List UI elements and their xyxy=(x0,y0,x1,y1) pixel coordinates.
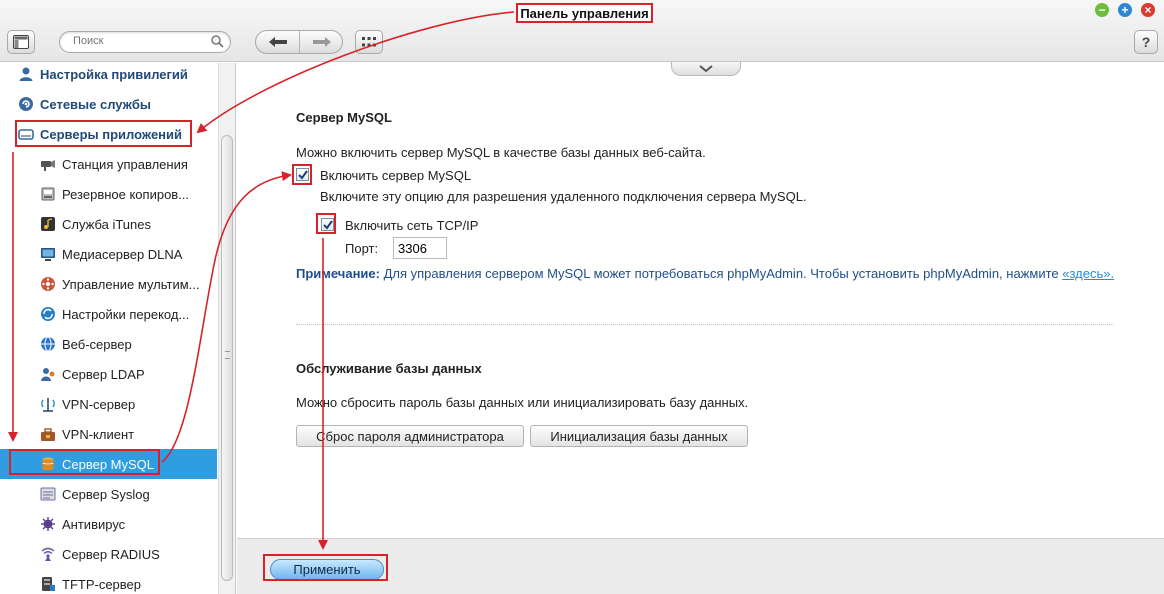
enable-mysql-label[interactable]: Включить сервер MySQL xyxy=(320,168,471,183)
back-button[interactable] xyxy=(256,31,300,53)
multimedia-icon xyxy=(41,277,55,291)
sidebar-category-label: Сетевые службы xyxy=(40,96,152,112)
sidebar-item-label: VPN-сервер xyxy=(62,396,136,412)
highlight-tcpip-checkbox xyxy=(316,213,336,234)
chevron-down-icon xyxy=(699,64,713,72)
enable-mysql-hint: Включите эту опцию для разрешения удален… xyxy=(320,189,807,204)
syslog-icon xyxy=(40,487,56,501)
highlight-mysql-item xyxy=(9,449,160,475)
sidebar-item-backup[interactable]: Резервное копиров... xyxy=(0,179,217,209)
sidebar-item-label: Служба iTunes xyxy=(62,216,151,232)
help-button[interactable]: ? xyxy=(1134,30,1158,54)
sidebar-scrollbar[interactable] xyxy=(218,63,235,594)
db-maintenance-title: Обслуживание базы данных xyxy=(296,361,482,376)
db-maintenance-description: Можно сбросить пароль базы данных или ин… xyxy=(296,395,749,410)
vpn-client-icon xyxy=(41,428,55,441)
apps-grid-button[interactable] xyxy=(355,30,383,54)
mysql-description: Можно включить сервер MySQL в качестве б… xyxy=(296,145,706,160)
note-body: Для управления сервером MySQL может потр… xyxy=(379,266,1063,281)
arrow-right-icon xyxy=(313,37,331,47)
sidebar-item-radius[interactable]: Сервер RADIUS xyxy=(0,539,217,569)
search-field[interactable] xyxy=(59,31,231,53)
phpmyadmin-note: Примечание: Для управления сервером MySQ… xyxy=(296,266,1146,281)
collapse-toggle[interactable] xyxy=(671,62,741,76)
sidebar-item-transcode[interactable]: Настройки перекод... xyxy=(0,299,217,329)
sidebar-item-surveillance[interactable]: Станция управления xyxy=(0,149,217,179)
close-button[interactable]: × xyxy=(1141,3,1155,17)
web-server-icon xyxy=(41,336,55,352)
sidebar-item-dlna[interactable]: Медиасервер DLNA xyxy=(0,239,217,269)
sidebar-item-multimedia[interactable]: Управление мультим... xyxy=(0,269,217,299)
maximize-button[interactable]: + xyxy=(1118,3,1132,17)
sidebar-item-vpn-server[interactable]: VPN-сервер xyxy=(0,389,217,419)
highlight-enable-checkbox xyxy=(292,164,312,185)
mysql-section-title: Сервер MySQL xyxy=(296,110,392,125)
sidebar-item-label: VPN-клиент xyxy=(62,426,135,442)
port-input[interactable] xyxy=(393,237,447,259)
scrollbar-grip-icon xyxy=(225,351,230,359)
sidebar-item-ldap[interactable]: Сервер LDAP xyxy=(0,359,217,389)
vpn-server-icon xyxy=(41,398,55,412)
tftp-icon xyxy=(42,577,55,591)
sidebar-item-label: Сервер LDAP xyxy=(62,366,145,382)
search-icon[interactable] xyxy=(211,35,224,48)
sidebar-category-label: Настройка привилегий xyxy=(40,66,188,82)
sidebar-item-label: Веб-сервер xyxy=(62,336,132,352)
phpmyadmin-link[interactable]: «здесь». xyxy=(1062,266,1114,281)
itunes-icon xyxy=(41,217,55,231)
arrow-left-icon xyxy=(268,37,287,47)
sidebar-item-label: TFTP-сервер xyxy=(62,576,142,592)
sidebar-item-label: Станция управления xyxy=(62,156,188,172)
sidebar-item-label: Антивирус xyxy=(62,516,126,532)
scrollbar-thumb[interactable] xyxy=(221,135,233,581)
initialize-database-button[interactable]: Инициализация базы данных xyxy=(530,425,748,447)
forward-button[interactable] xyxy=(300,31,342,53)
port-label: Порт: xyxy=(345,241,379,256)
sidebar-item-web-server[interactable]: Веб-сервер xyxy=(0,329,217,359)
sidebar-category-network-services[interactable]: Сетевые службы xyxy=(0,89,217,119)
enable-tcpip-label[interactable]: Включить сеть TCP/IP xyxy=(345,218,478,233)
sidebar-item-tftp[interactable]: TFTP-сервер xyxy=(0,569,217,594)
sidebar-item-syslog[interactable]: Сервер Syslog xyxy=(0,479,217,509)
reset-admin-password-button[interactable]: Сброс пароля администратора xyxy=(296,425,524,447)
sidebar-item-vpn-client[interactable]: VPN-клиент xyxy=(0,419,217,449)
note-prefix: Примечание: xyxy=(296,266,380,281)
sidebar-item-label: Резервное копиров... xyxy=(62,186,190,202)
sidebar-item-label: Медиасервер DLNA xyxy=(62,246,183,262)
highlight-app-servers xyxy=(15,120,192,147)
dlna-icon xyxy=(41,248,55,261)
history-navigation xyxy=(255,30,343,54)
radius-icon xyxy=(41,547,55,561)
ldap-icon xyxy=(41,368,55,381)
highlight-apply-button xyxy=(263,554,388,581)
sidebar-item-label: Сервер Syslog xyxy=(62,486,150,502)
main-content: Сервер MySQL Можно включить сервер MySQL… xyxy=(237,62,1164,538)
grid-icon xyxy=(362,37,376,47)
minimize-button[interactable]: − xyxy=(1095,3,1109,17)
panel-layout-icon xyxy=(13,35,29,49)
transcode-icon xyxy=(41,307,55,321)
sidebar-category-privileges[interactable]: Настройка привилегий xyxy=(0,59,217,89)
search-input[interactable] xyxy=(73,35,213,47)
sidebar-item-label: Сервер RADIUS xyxy=(62,546,160,562)
sidebar-item-label: Настройки перекод... xyxy=(62,306,190,322)
control-panel-callout: Панель управления xyxy=(516,3,653,23)
antivirus-icon xyxy=(41,517,55,531)
surveillance-icon xyxy=(41,160,55,171)
section-divider xyxy=(296,324,1114,325)
sidebar-item-itunes[interactable]: Служба iTunes xyxy=(0,209,217,239)
network-services-icon xyxy=(19,97,33,111)
user-icon xyxy=(19,67,33,81)
backup-icon xyxy=(41,187,55,201)
sidebar-item-label: Управление мультим... xyxy=(62,276,200,292)
panel-toggle-button[interactable] xyxy=(7,30,35,54)
sidebar-item-antivirus[interactable]: Антивирус xyxy=(0,509,217,539)
